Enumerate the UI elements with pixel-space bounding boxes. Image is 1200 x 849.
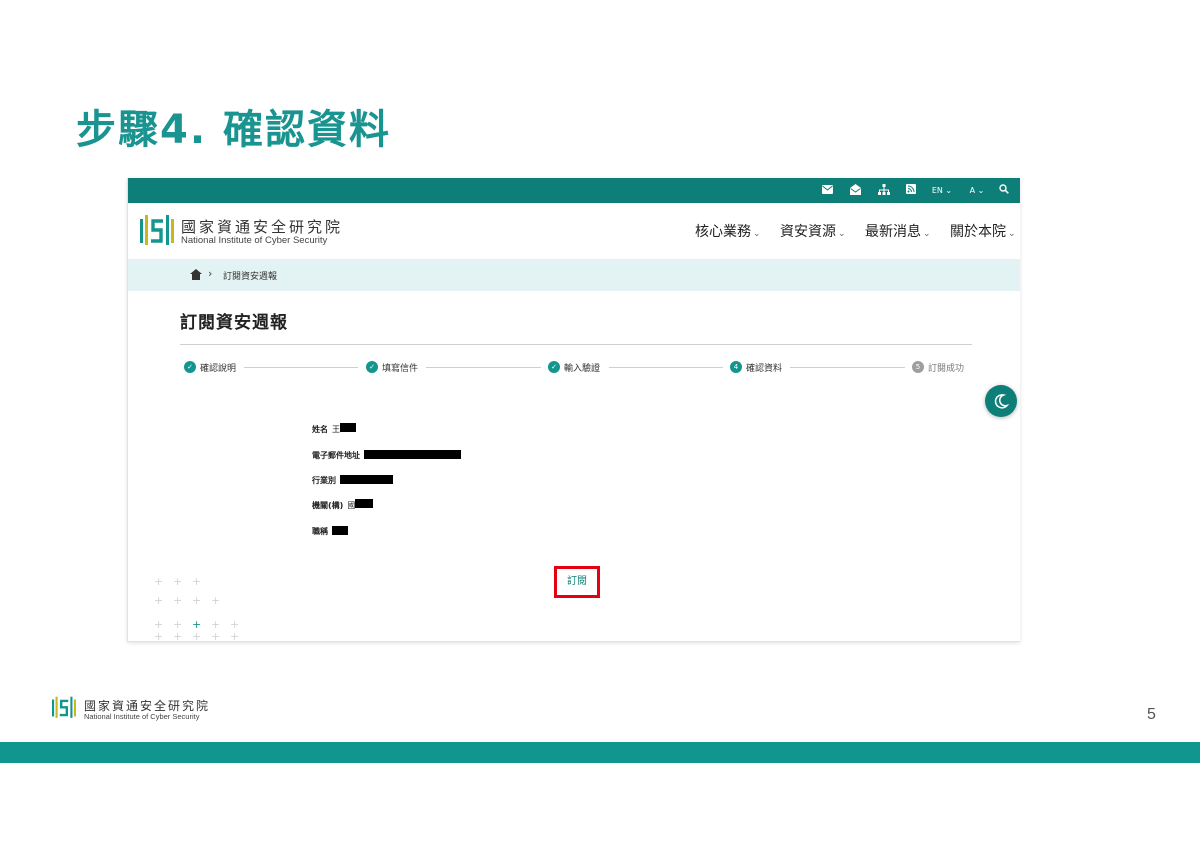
dark-mode-toggle[interactable] xyxy=(985,385,1017,417)
chevron-down-icon: ⌄ xyxy=(753,229,761,239)
slide-title: 步驟4. 確認資料 xyxy=(76,107,391,153)
breadcrumb: › 訂閱資安週報 xyxy=(128,259,1020,291)
decorative-plus: + xyxy=(230,618,240,631)
decorative-plus: + xyxy=(230,630,240,642)
field-value: 國 xyxy=(347,499,374,511)
website-screenshot: EN ⌄ A ⌄ 國家資通安全研究院 National Institute of… xyxy=(127,178,1020,642)
breadcrumb-current: 訂閱資安週報 xyxy=(223,272,278,282)
step-confirm-data: 4 確認資料 xyxy=(730,360,782,374)
page-number: 5 xyxy=(1147,706,1156,723)
footer-org-name-en: National Institute of Cyber Security xyxy=(84,712,200,721)
nav-item-core-business[interactable]: 核心業務 ⌄ xyxy=(695,223,761,243)
decorative-plus: + xyxy=(192,575,202,588)
font-size-select[interactable]: A ⌄ xyxy=(968,184,986,197)
mail-icon[interactable] xyxy=(821,184,833,197)
redaction-bar xyxy=(355,499,374,508)
chevron-down-icon: ⌄ xyxy=(942,186,953,195)
check-icon: ✓ xyxy=(366,361,378,373)
field-industry: 行業別 xyxy=(312,474,393,486)
field-value xyxy=(332,525,348,537)
redaction-bar xyxy=(340,423,356,432)
subscribe-button[interactable]: 訂閱 xyxy=(554,566,600,598)
main-navbar: 國家資通安全研究院 National Institute of Cyber Se… xyxy=(128,203,1020,259)
redaction-bar xyxy=(340,474,393,484)
decorative-plus: + xyxy=(173,630,183,642)
redaction-bar xyxy=(332,525,348,535)
step-subscribe-success: 5 訂閱成功 xyxy=(912,360,964,374)
step-connector xyxy=(609,367,723,368)
rss-icon[interactable] xyxy=(905,184,917,197)
check-icon: ✓ xyxy=(548,361,560,373)
open-mail-icon[interactable] xyxy=(849,184,861,197)
step-number: 4 xyxy=(730,361,742,373)
decorative-plus: + xyxy=(192,594,202,607)
check-icon: ✓ xyxy=(184,361,196,373)
step-number: 5 xyxy=(912,361,924,373)
step-verify: ✓ 輸入驗證 xyxy=(548,360,600,374)
decorative-plus: + xyxy=(211,618,221,631)
decorative-plus: + xyxy=(154,618,164,631)
decorative-plus: + xyxy=(173,575,183,588)
step-confirm-instructions: ✓ 確認說明 xyxy=(184,360,236,374)
field-value xyxy=(364,449,461,461)
home-icon[interactable] xyxy=(190,269,202,280)
org-name-en: National Institute of Cyber Security xyxy=(181,235,328,246)
search-icon[interactable] xyxy=(998,184,1010,197)
decorative-plus: + xyxy=(173,618,183,631)
decorative-plus: + xyxy=(192,630,202,642)
field-value xyxy=(340,474,393,486)
nics-logo-icon[interactable] xyxy=(140,213,174,249)
utility-bar: EN ⌄ A ⌄ xyxy=(128,178,1020,203)
divider xyxy=(180,344,972,345)
decorative-plus: + xyxy=(154,630,164,642)
sitemap-icon[interactable] xyxy=(878,184,890,197)
nav-item-about[interactable]: 關於本院 ⌄ xyxy=(950,223,1016,243)
page-heading: 訂閱資安週報 xyxy=(180,313,288,333)
nav-item-security-resources[interactable]: 資安資源 ⌄ xyxy=(780,223,846,243)
decorative-plus: + xyxy=(154,575,164,588)
field-organization: 機關(構) 國 xyxy=(312,499,374,511)
decorative-plus: + xyxy=(211,594,221,607)
decorative-plus: + xyxy=(211,630,221,642)
moon-icon xyxy=(994,394,1010,409)
chevron-down-icon: ⌄ xyxy=(923,229,931,239)
nav-item-latest-news[interactable]: 最新消息 ⌄ xyxy=(865,223,931,243)
step-label: 訂閱成功 xyxy=(928,363,965,374)
language-select[interactable]: EN ⌄ xyxy=(930,184,954,197)
step-fill-email: ✓ 填寫信件 xyxy=(366,360,418,374)
field-value: 王 xyxy=(332,423,356,435)
step-connector xyxy=(426,367,541,368)
step-label: 確認資料 xyxy=(746,363,783,374)
field-job-title: 職稱 xyxy=(312,525,348,537)
field-name: 姓名 王 xyxy=(312,423,356,435)
nics-logo-icon xyxy=(52,696,76,718)
step-label: 輸入驗證 xyxy=(564,363,601,374)
chevron-right-icon: › xyxy=(208,267,213,280)
chevron-down-icon: ⌄ xyxy=(838,229,846,239)
footer-band xyxy=(0,742,1200,763)
org-name-cn: 國家資通安全研究院 xyxy=(181,218,344,236)
chevron-down-icon: ⌄ xyxy=(1008,229,1016,239)
field-email: 電子郵件地址 xyxy=(312,449,461,461)
decorative-plus: + xyxy=(154,594,164,607)
redaction-bar xyxy=(364,449,461,459)
step-connector xyxy=(244,367,358,368)
decorative-plus: + xyxy=(192,618,202,631)
step-label: 填寫信件 xyxy=(382,363,419,374)
step-label: 確認說明 xyxy=(200,363,237,374)
chevron-down-icon: ⌄ xyxy=(975,186,985,195)
decorative-plus: + xyxy=(173,594,183,607)
step-connector xyxy=(790,367,905,368)
